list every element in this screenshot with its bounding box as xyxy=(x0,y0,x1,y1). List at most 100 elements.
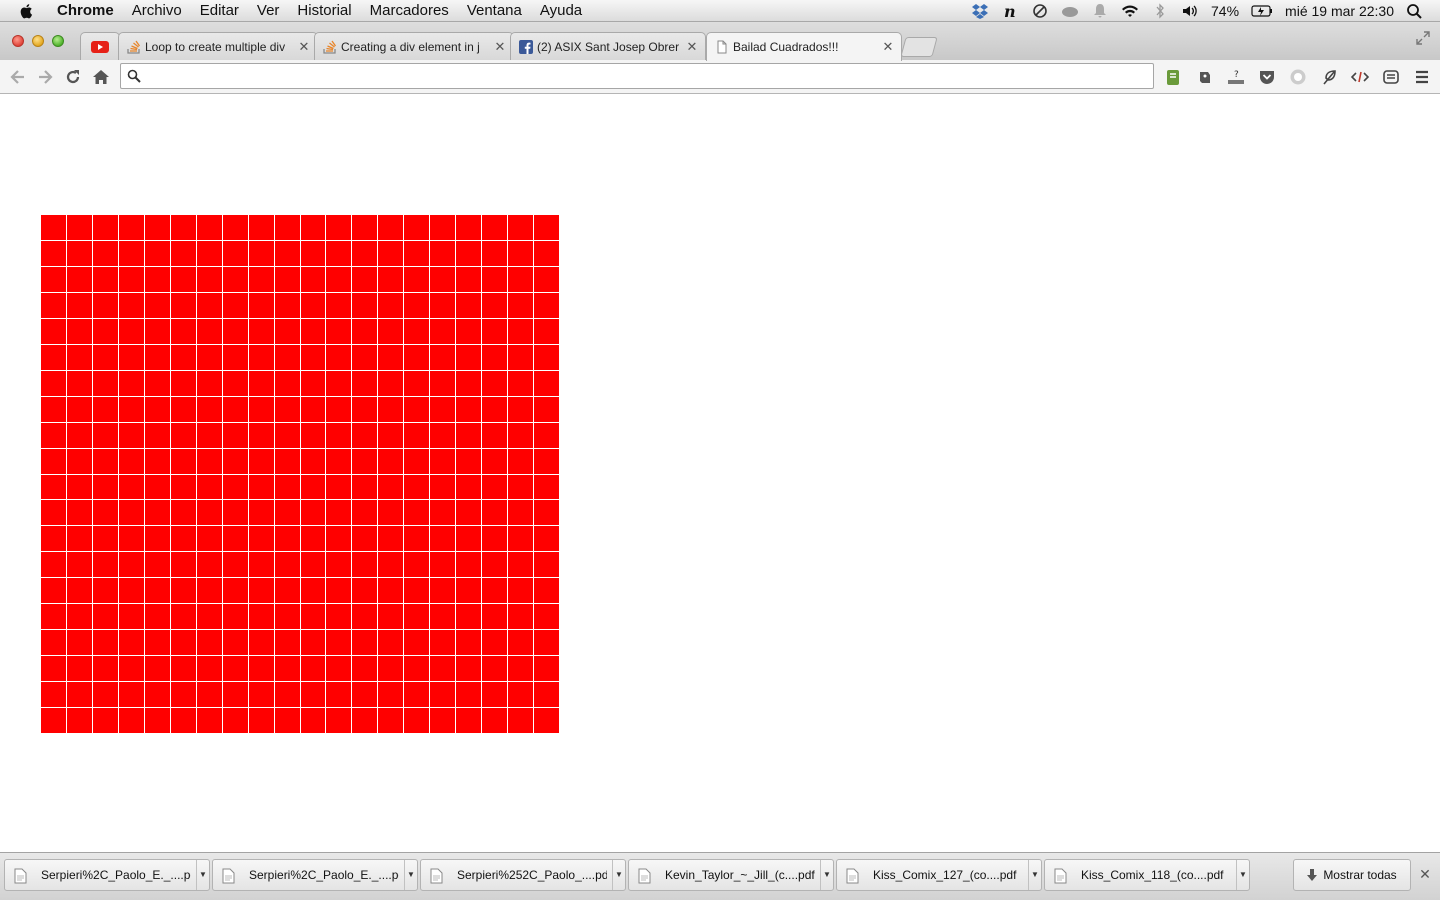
wifi-icon[interactable] xyxy=(1121,3,1139,19)
download-status-icon[interactable]: ? xyxy=(1227,68,1245,86)
grid-square xyxy=(92,578,118,604)
grid-square xyxy=(482,396,508,422)
youtube-icon xyxy=(91,40,109,53)
clock[interactable]: mié 19 mar 22:30 xyxy=(1285,3,1394,19)
spotlight-search-icon[interactable] xyxy=(1406,3,1424,19)
grid-square xyxy=(92,630,118,656)
evernote-clip-icon[interactable] xyxy=(1164,68,1182,86)
download-item[interactable]: Serpieri%2C_Paolo_E._....pdf ▼ xyxy=(212,859,418,891)
grid-square xyxy=(248,344,274,370)
grid-square xyxy=(352,422,378,448)
ghostery-icon[interactable] xyxy=(1289,68,1307,86)
grid-square xyxy=(534,396,559,422)
download-menu-arrow-icon[interactable]: ▼ xyxy=(404,860,417,890)
grid-square xyxy=(118,630,144,656)
grid-square xyxy=(144,448,170,474)
volume-icon[interactable] xyxy=(1181,3,1199,19)
dropbox-icon[interactable] xyxy=(971,3,989,19)
grid-square xyxy=(300,708,326,733)
home-icon[interactable] xyxy=(91,67,111,87)
download-menu-arrow-icon[interactable]: ▼ xyxy=(1236,860,1249,890)
forward-icon[interactable] xyxy=(35,67,55,87)
download-item[interactable]: Kevin_Taylor_~_Jill_(c....pdf ▼ xyxy=(628,859,834,891)
reload-icon[interactable] xyxy=(63,67,83,87)
grid-square xyxy=(274,318,300,344)
new-tab-button[interactable] xyxy=(900,37,938,57)
tab-close-icon[interactable]: ✕ xyxy=(493,39,507,55)
download-item[interactable]: Serpieri%2C_Paolo_E._....pdf ▼ xyxy=(4,859,210,891)
menu-icon[interactable] xyxy=(1413,68,1431,86)
download-menu-arrow-icon[interactable]: ▼ xyxy=(612,860,625,890)
grid-square xyxy=(456,682,482,708)
show-all-downloads-button[interactable]: Mostrar todas xyxy=(1293,859,1411,891)
feather-icon[interactable] xyxy=(1320,68,1338,86)
menu-historial[interactable]: Historial xyxy=(288,0,360,22)
window-minimize-button[interactable] xyxy=(32,35,44,47)
evernote-elephant-icon[interactable] xyxy=(1196,68,1214,86)
grid-square xyxy=(534,526,559,552)
grid-square xyxy=(196,552,222,578)
sync-icon[interactable] xyxy=(1031,3,1049,19)
tab-close-icon[interactable]: ✕ xyxy=(881,39,895,55)
tab-loop-create-div[interactable]: Loop to create multiple div ✕ xyxy=(118,32,318,60)
grid-square xyxy=(430,292,456,318)
menu-marcadores[interactable]: Marcadores xyxy=(361,0,458,22)
grid-square xyxy=(404,318,430,344)
pocket-save-icon[interactable] xyxy=(1382,68,1400,86)
tab-facebook-asix[interactable]: (2) ASIX Sant Josep Obrer ✕ xyxy=(510,32,706,60)
tab-creating-div-element[interactable]: Creating a div element in j ✕ xyxy=(314,32,514,60)
fullscreen-icon[interactable] xyxy=(1416,31,1430,45)
grid-square xyxy=(326,708,352,733)
notification-bell-icon[interactable] xyxy=(1091,3,1109,19)
grid-square xyxy=(196,708,222,733)
apple-icon[interactable] xyxy=(18,2,36,20)
stackoverflow-icon xyxy=(127,40,141,54)
grid-square xyxy=(378,266,404,292)
grid-square xyxy=(430,604,456,630)
grid-square xyxy=(196,215,222,240)
grid-square xyxy=(248,396,274,422)
download-menu-arrow-icon[interactable]: ▼ xyxy=(1028,860,1041,890)
n-app-icon[interactable]: n xyxy=(1001,3,1019,19)
grid-square xyxy=(430,215,456,240)
download-menu-arrow-icon[interactable]: ▼ xyxy=(196,860,209,890)
grid-square xyxy=(144,708,170,733)
battery-percent[interactable]: 74% xyxy=(1211,3,1239,19)
download-menu-arrow-icon[interactable]: ▼ xyxy=(820,860,833,890)
menu-ver[interactable]: Ver xyxy=(248,0,289,22)
grid-square xyxy=(352,266,378,292)
grid-square xyxy=(326,240,352,266)
window-zoom-button[interactable] xyxy=(52,35,64,47)
grid-square xyxy=(326,526,352,552)
menu-chrome[interactable]: Chrome xyxy=(48,0,123,22)
grid-square xyxy=(66,370,92,396)
grid-square xyxy=(378,500,404,526)
grid-square xyxy=(300,552,326,578)
menu-editar[interactable]: Editar xyxy=(191,0,248,22)
grid-square xyxy=(118,682,144,708)
cloud-icon[interactable] xyxy=(1061,3,1079,19)
pocket-icon[interactable] xyxy=(1258,68,1276,86)
window-close-button[interactable] xyxy=(12,35,24,47)
grid-square xyxy=(196,370,222,396)
download-item[interactable]: Serpieri%252C_Paolo_....pdf ▼ xyxy=(420,859,626,891)
grid-square xyxy=(222,656,248,682)
tab-close-icon[interactable]: ✕ xyxy=(685,39,699,55)
back-icon[interactable] xyxy=(8,67,28,87)
bluetooth-icon[interactable] xyxy=(1151,3,1169,19)
download-item[interactable]: Kiss_Comix_118_(co....pdf ▼ xyxy=(1044,859,1250,891)
grid-square xyxy=(170,604,196,630)
tab-bailad-cuadrados[interactable]: Bailad Cuadrados!!! ✕ xyxy=(706,32,902,61)
tab-youtube[interactable] xyxy=(80,32,120,60)
menu-ventana[interactable]: Ventana xyxy=(458,0,531,22)
code-icon[interactable] xyxy=(1351,68,1369,86)
tab-close-icon[interactable]: ✕ xyxy=(297,39,311,55)
download-item[interactable]: Kiss_Comix_127_(co....pdf ▼ xyxy=(836,859,1042,891)
battery-icon[interactable] xyxy=(1251,3,1273,19)
menu-archivo[interactable]: Archivo xyxy=(123,0,191,22)
close-shelf-icon[interactable]: ✕ xyxy=(1418,867,1432,881)
grid-square xyxy=(482,708,508,733)
address-input[interactable] xyxy=(147,66,1141,88)
menu-ayuda[interactable]: Ayuda xyxy=(531,0,591,22)
address-bar[interactable] xyxy=(120,63,1154,89)
